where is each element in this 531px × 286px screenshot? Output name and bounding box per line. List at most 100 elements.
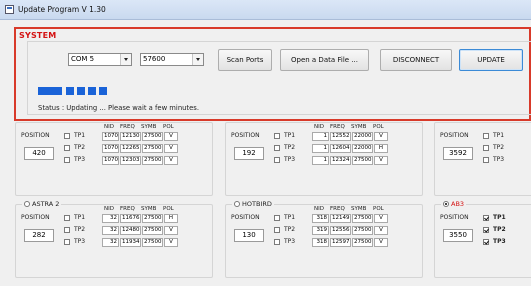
disconnect-button[interactable]: DISCONNECT — [380, 49, 452, 71]
tp-checkbox-3[interactable] — [483, 239, 489, 245]
baud-rate-select[interactable]: 57600 — [140, 53, 204, 66]
nid-cell[interactable]: 1070 — [102, 156, 119, 165]
nid-cell[interactable]: 318 — [312, 214, 329, 223]
freq-cell[interactable]: 12265 — [120, 144, 141, 153]
nid-cell[interactable]: 1070 — [102, 144, 119, 153]
tp-checkbox-1[interactable] — [483, 133, 489, 139]
scan-ports-button[interactable]: Scan Ports — [218, 49, 272, 71]
symb-header: SYMB — [351, 206, 367, 212]
freq-cell[interactable]: 12130 — [120, 132, 141, 141]
freq-cell[interactable]: 12552 — [330, 132, 351, 141]
tp-label-1: TP1 — [493, 132, 505, 139]
chevron-down-icon — [192, 54, 203, 65]
tp-checkbox-1[interactable] — [274, 215, 280, 221]
nid-cell[interactable]: 1 — [312, 144, 329, 153]
tp-checkbox-1[interactable] — [274, 133, 280, 139]
nid-cell[interactable]: 32 — [102, 214, 119, 223]
symb-cell[interactable]: 27500 — [142, 144, 163, 153]
tp-checkbox-3[interactable] — [64, 157, 70, 163]
tp-checkbox-3[interactable] — [274, 239, 280, 245]
freq-cell[interactable]: 12556 — [330, 226, 351, 235]
freq-cell[interactable]: 12303 — [120, 156, 141, 165]
tp-label-1: TP1 — [74, 132, 86, 139]
freq-cell[interactable]: 12597 — [330, 238, 351, 247]
position-input[interactable]: 282 — [24, 229, 54, 242]
title-bar: Update Program V 1.30 — [0, 0, 531, 20]
pol-cell[interactable]: V — [164, 238, 178, 247]
nid-cell[interactable]: 318 — [312, 238, 329, 247]
nid-cell[interactable]: 32 — [102, 238, 119, 247]
window-title: Update Program V 1.30 — [18, 5, 106, 14]
satellite-select-radio[interactable]: AB3 — [441, 200, 467, 209]
freq-cell[interactable]: 12604 — [330, 144, 351, 153]
tp-checkbox-1[interactable] — [64, 133, 70, 139]
freq-cell[interactable]: 12480 — [120, 226, 141, 235]
pol-cell[interactable]: H — [164, 214, 178, 223]
pol-cell[interactable]: V — [374, 238, 388, 247]
tp-label-2: TP2 — [74, 144, 86, 151]
nid-cell[interactable]: 1 — [312, 156, 329, 165]
freq-cell[interactable]: 11676 — [120, 214, 141, 223]
tp-checkbox-3[interactable] — [483, 157, 489, 163]
tp-label-3: TP3 — [284, 156, 296, 163]
status-label: Status : — [38, 104, 65, 112]
pol-cell[interactable]: V — [164, 156, 178, 165]
pol-cell[interactable]: V — [374, 226, 388, 235]
freq-cell[interactable]: 11934 — [120, 238, 141, 247]
pol-cell[interactable]: V — [374, 214, 388, 223]
tp-checkbox-2[interactable] — [483, 145, 489, 151]
pol-cell[interactable]: V — [164, 226, 178, 235]
nid-cell[interactable]: 1 — [312, 132, 329, 141]
pol-cell[interactable]: V — [374, 156, 388, 165]
symb-cell[interactable]: 27500 — [142, 238, 163, 247]
position-input[interactable]: 3550 — [443, 229, 473, 242]
symb-cell[interactable]: 27500 — [352, 238, 373, 247]
tp-checkbox-2[interactable] — [64, 227, 70, 233]
freq-cell[interactable]: 12324 — [330, 156, 351, 165]
freq-cell[interactable]: 12149 — [330, 214, 351, 223]
baud-rate-value: 57600 — [143, 55, 166, 63]
com-port-select[interactable]: COM 5 — [68, 53, 132, 66]
symb-cell[interactable]: 22000 — [352, 132, 373, 141]
symb-cell[interactable]: 27500 — [352, 226, 373, 235]
update-button[interactable]: UPDATE — [459, 49, 523, 71]
tp-checkbox-2[interactable] — [274, 145, 280, 151]
satellite-group: HOTBIRD POSITION 130 TP1 TP2 TP3 NID FREQ SYMB PO… — [225, 200, 423, 278]
symb-cell[interactable]: 22000 — [352, 144, 373, 153]
nid-cell[interactable]: 1070 — [102, 132, 119, 141]
tp-label-1: TP1 — [74, 214, 86, 221]
position-input[interactable]: 192 — [234, 147, 264, 160]
symb-cell[interactable]: 27500 — [142, 226, 163, 235]
symb-header: SYMB — [141, 206, 157, 212]
open-data-file-button[interactable]: Open a Data File ... — [280, 49, 369, 71]
tp-checkbox-2[interactable] — [274, 227, 280, 233]
radio-icon — [24, 201, 30, 207]
tp-checkbox-1[interactable] — [483, 215, 489, 221]
satellite-select-radio[interactable]: ASTRA 2 — [22, 200, 62, 209]
symb-cell[interactable]: 27500 — [352, 156, 373, 165]
symb-cell[interactable]: 27500 — [142, 214, 163, 223]
symb-cell[interactable]: 27500 — [352, 214, 373, 223]
freq-header: FREQ — [120, 206, 135, 212]
pol-cell[interactable]: V — [164, 144, 178, 153]
radio-icon — [234, 201, 240, 207]
position-input[interactable]: 130 — [234, 229, 264, 242]
tp-checkbox-3[interactable] — [274, 157, 280, 163]
tp-checkbox-2[interactable] — [483, 227, 489, 233]
pol-cell[interactable]: H — [374, 144, 388, 153]
symb-cell[interactable]: 27500 — [142, 156, 163, 165]
nid-cell[interactable]: 32 — [102, 226, 119, 235]
position-input[interactable]: 420 — [24, 147, 54, 160]
pol-header: POL — [373, 206, 384, 212]
tp-label-2: TP2 — [493, 226, 506, 233]
position-input[interactable]: 3592 — [443, 147, 473, 160]
nid-cell[interactable]: 319 — [312, 226, 329, 235]
satellite-select-radio[interactable]: HOTBIRD — [232, 200, 274, 209]
satellite-group: ASTRA 2 POSITION 282 TP1 TP2 TP3 NID FREQ SYMB PO… — [15, 200, 213, 278]
symb-cell[interactable]: 27500 — [142, 132, 163, 141]
pol-cell[interactable]: V — [374, 132, 388, 141]
tp-checkbox-3[interactable] — [64, 239, 70, 245]
tp-checkbox-2[interactable] — [64, 145, 70, 151]
pol-cell[interactable]: V — [164, 132, 178, 141]
tp-checkbox-1[interactable] — [64, 215, 70, 221]
